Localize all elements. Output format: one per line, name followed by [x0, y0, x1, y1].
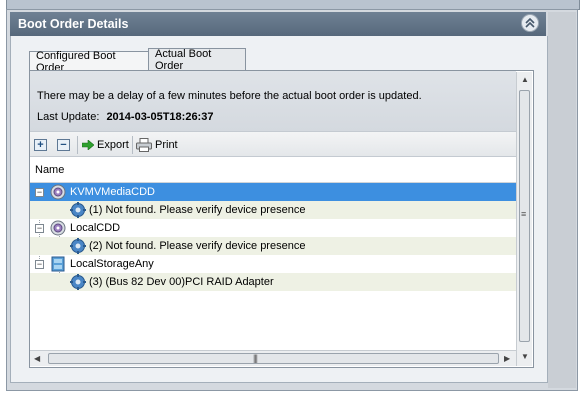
toolbar-separator — [132, 136, 133, 154]
collapse-toggle[interactable]: − — [35, 188, 44, 197]
grip-icon: ≡ — [521, 209, 526, 219]
export-label: Export — [97, 139, 129, 151]
minus-icon: − — [57, 139, 70, 151]
tab-label: Actual Boot Order — [155, 47, 212, 72]
tree-row-label: LocalCDD — [70, 222, 121, 234]
scroll-left-arrow-icon[interactable]: ◀ — [34, 355, 40, 363]
last-update-label: Last Update: — [37, 111, 100, 123]
tree-row-localcdd[interactable]: − LocalCDD — [30, 219, 516, 237]
gear-icon — [70, 202, 86, 218]
tree-row-label: (1) Not found. Please verify device pres… — [89, 204, 306, 216]
tree-row-boot-device-1[interactable]: (1) Not found. Please verify device pres… — [30, 201, 516, 219]
window: Boot Order Details Configured Boot Order… — [0, 0, 588, 401]
export-arrow-icon — [82, 140, 94, 150]
collapse-toggle[interactable]: − — [35, 260, 44, 269]
column-label: Name — [35, 163, 65, 176]
info-message: There may be a delay of a few minutes be… — [37, 90, 422, 102]
tree-row-kvmvmediacdd[interactable]: − KVMVMediaCDD — [30, 183, 516, 201]
cd-drive-icon — [50, 184, 66, 200]
vertical-scroll-thumb[interactable]: ≡ — [519, 90, 530, 342]
scroll-up-arrow-icon[interactable]: ▲ — [521, 76, 529, 84]
expand-all-button[interactable]: + — [34, 137, 47, 153]
column-header-name[interactable]: Name — [30, 157, 516, 183]
scroll-down-arrow-icon[interactable]: ▼ — [521, 353, 529, 361]
last-update-value: 2014-03-05T18:26:37 — [106, 111, 214, 123]
horizontal-scroll-thumb[interactable]: ||| — [48, 353, 499, 364]
tab-actual-boot-order[interactable]: Actual Boot Order — [148, 47, 246, 72]
print-label: Print — [155, 139, 178, 151]
plus-icon: + — [34, 139, 47, 151]
tree-row-label: LocalStorageAny — [70, 258, 154, 270]
tree-row-boot-device-2[interactable]: (2) Not found. Please verify device pres… — [30, 237, 516, 255]
tree-row-localstorageany[interactable]: − LocalStorageAny — [30, 255, 516, 273]
gear-icon — [70, 238, 86, 254]
vertical-scrollbar[interactable]: ▲ ≡ ▼ — [516, 72, 532, 366]
page-scroll-gutter — [548, 12, 576, 388]
horizontal-scrollbar[interactable]: ◀ ||| ▶ — [30, 350, 516, 366]
printer-icon — [136, 138, 152, 152]
last-update: Last Update: 2014-03-05T18:26:37 — [37, 111, 213, 123]
grip-icon: ||| — [253, 353, 258, 363]
tree-row-label: (2) Not found. Please verify device pres… — [89, 240, 306, 252]
panel-title: Boot Order Details — [18, 17, 129, 31]
storage-icon — [51, 256, 65, 272]
toolbar: + − Export Print — [30, 131, 516, 157]
panel-header: Boot Order Details — [10, 12, 546, 36]
collapse-toggle[interactable]: − — [35, 224, 44, 233]
double-chevron-up-icon — [525, 18, 535, 28]
print-button[interactable]: Print — [136, 137, 178, 153]
tree-row-label: KVMVMediaCDD — [70, 186, 155, 198]
tab-configured-boot-order[interactable]: Configured Boot Order — [29, 50, 149, 74]
cd-drive-icon — [50, 220, 66, 236]
collapse-button[interactable] — [521, 14, 539, 32]
tree-row-label: (3) (Bus 82 Dev 00)PCI RAID Adapter — [89, 276, 274, 288]
gear-icon — [70, 274, 86, 290]
toolbar-separator — [77, 136, 78, 154]
info-banner: There may be a delay of a few minutes be… — [30, 71, 516, 131]
collapse-all-button[interactable]: − — [57, 137, 70, 153]
export-button[interactable]: Export — [82, 137, 129, 153]
tree-row-boot-device-3[interactable]: (3) (Bus 82 Dev 00)PCI RAID Adapter — [30, 273, 516, 291]
scroll-right-arrow-icon[interactable]: ▶ — [504, 355, 510, 363]
